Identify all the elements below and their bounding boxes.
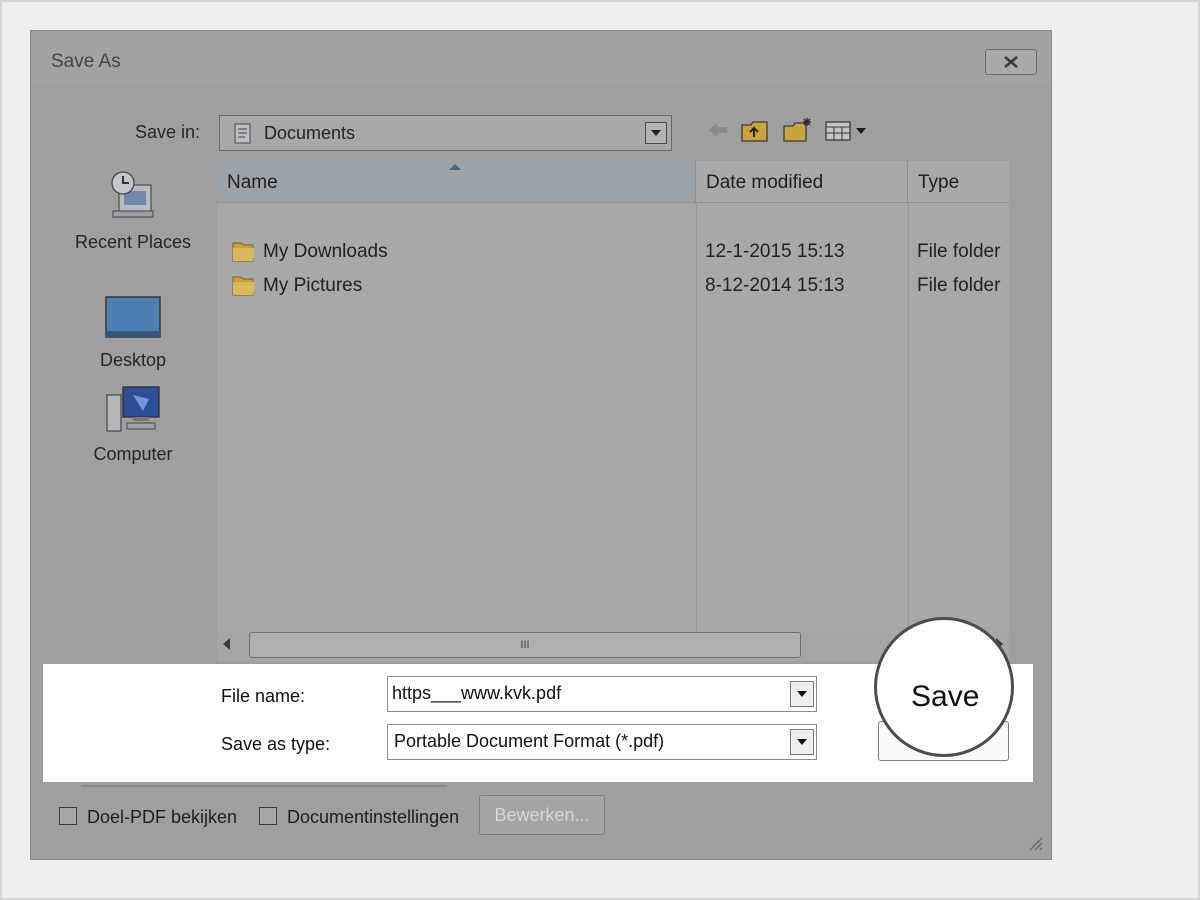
resize-grip-icon[interactable]	[1025, 833, 1043, 851]
new-folder-icon[interactable]	[783, 117, 813, 143]
save-as-type-dropdown-arrow[interactable]	[790, 729, 814, 755]
document-settings-checkbox[interactable]	[259, 807, 277, 825]
place-label: Computer	[93, 444, 173, 464]
chevron-down-icon	[651, 130, 661, 136]
file-name-value: https___www.kvk.pdf	[392, 683, 562, 703]
scroll-left-icon[interactable]	[223, 638, 231, 650]
place-desktop[interactable]: Desktop	[55, 295, 211, 371]
close-icon	[1004, 56, 1018, 68]
computer-icon	[106, 386, 160, 432]
save-as-type-value: Portable Document Format (*.pdf)	[394, 731, 665, 751]
view-pdf-checkbox[interactable]	[59, 807, 77, 825]
scrollbar-thumb[interactable]: III	[249, 632, 801, 658]
view-menu-icon[interactable]	[825, 120, 869, 142]
place-recent-places[interactable]: Recent Places	[55, 169, 211, 253]
desktop-icon	[105, 296, 161, 338]
save-as-type-select[interactable]: Portable Document Format (*.pdf)	[387, 724, 817, 760]
close-button[interactable]	[985, 49, 1037, 75]
file-row-my-downloads[interactable]: My Downloads 12-1-2015 15:13 File folder	[217, 235, 1009, 269]
chevron-down-icon	[797, 691, 807, 697]
file-name-cell: My Downloads	[263, 241, 388, 262]
scrollbar-grip: III	[520, 639, 530, 651]
chevron-down-icon	[797, 739, 807, 745]
folder-icon	[232, 276, 255, 296]
place-computer[interactable]: Computer	[55, 385, 211, 465]
save-in-value: Documents	[264, 123, 356, 143]
file-name-cell: My Pictures	[263, 275, 363, 296]
column-header-type[interactable]: Type	[908, 161, 1009, 203]
save-as-type-label: Save as type:	[221, 734, 331, 754]
edit-button[interactable]: Bewerken...	[479, 795, 605, 835]
file-row-my-pictures[interactable]: My Pictures 8-12-2014 15:13 File folder	[217, 269, 1009, 303]
documents-folder-icon	[234, 123, 251, 144]
save-as-dialog: Save As Save in: Documents Recent Places…	[30, 30, 1052, 860]
file-type-cell: File folder	[917, 241, 1001, 262]
title-bar[interactable]: Save As	[31, 31, 1051, 83]
window-title: Save As	[51, 51, 121, 72]
save-in-dropdown[interactable]: Documents	[219, 115, 672, 151]
recent-places-icon	[111, 171, 154, 218]
column-header-name[interactable]: Name	[217, 161, 696, 203]
separator-line	[81, 785, 447, 787]
save-in-label: Save in:	[135, 122, 201, 142]
up-folder-icon[interactable]	[741, 119, 769, 143]
column-header-date-modified[interactable]: Date modified	[696, 161, 908, 203]
file-type-cell: File folder	[917, 275, 1001, 296]
file-date-cell: 12-1-2015 15:13	[705, 241, 845, 262]
file-list[interactable]: Name Date modified Type My Downloads 12-…	[217, 161, 1009, 661]
view-pdf-label: Doel-PDF bekijken	[87, 807, 238, 827]
places-bar: Recent Places Desktop Computer	[55, 161, 211, 641]
document-settings-label: Documentinstellingen	[287, 807, 460, 827]
save-button[interactable]: Save	[911, 680, 979, 714]
file-name-dropdown-arrow[interactable]	[790, 681, 814, 707]
folder-icon	[232, 242, 255, 262]
save-in-dropdown-arrow[interactable]	[645, 122, 667, 144]
sort-ascending-icon	[449, 164, 461, 170]
file-name-label: File name:	[221, 686, 306, 706]
place-label: Desktop	[99, 350, 167, 370]
file-name-input[interactable]: https___www.kvk.pdf	[387, 676, 817, 712]
file-date-cell: 8-12-2014 15:13	[705, 275, 845, 296]
back-arrow-icon[interactable]	[707, 121, 729, 139]
place-label: Recent Places	[74, 232, 192, 252]
